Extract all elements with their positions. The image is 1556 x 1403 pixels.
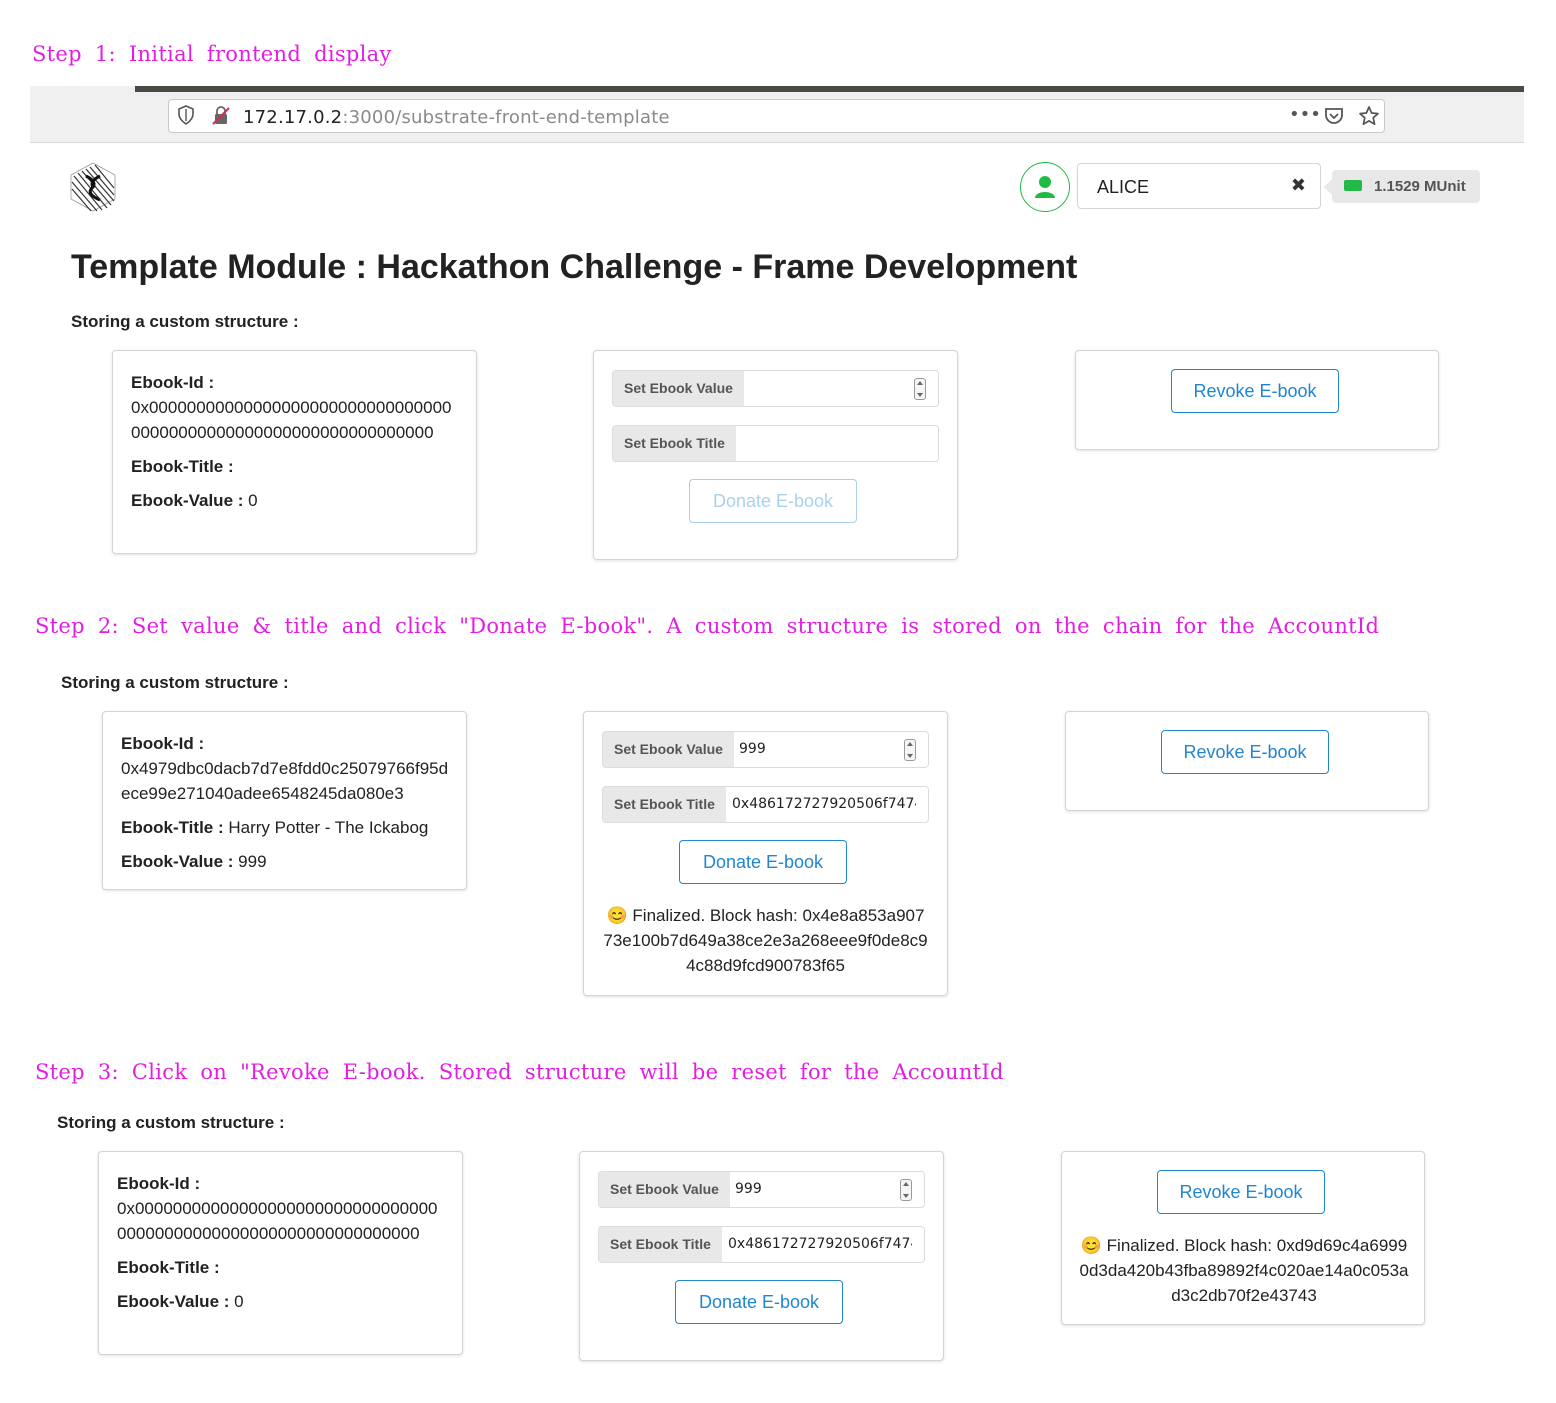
clear-account-icon[interactable]: ✖	[1291, 175, 1306, 196]
ebook-value-label: Ebook-Value :	[117, 1292, 230, 1311]
ebook-title-input-label: Set Ebook Title	[613, 426, 736, 461]
ebook-title-label: Ebook-Title :	[131, 457, 234, 476]
bookmark-star-icon[interactable]	[1358, 105, 1380, 131]
account-selector[interactable]: ALICE ✖	[1077, 163, 1321, 209]
ebook-id-value: 0x00000000000000000000000000000000000000…	[131, 398, 452, 442]
section-subheading: Storing a custom structure :	[71, 312, 299, 331]
ebook-title-label: Ebook-Title :	[121, 818, 224, 837]
url-bar[interactable]: 172.17.0.2:3000/substrate-front-end-temp…	[168, 99, 1385, 133]
more-icon[interactable]: •••	[1289, 104, 1321, 125]
section-subheading: Storing a custom structure :	[61, 673, 289, 692]
step-3-caption: Step 3: Click on "Revoke E-book. Stored …	[35, 1060, 1004, 1084]
browser-tab-strip	[135, 86, 1524, 92]
ebook-title-input-text[interactable]: 0x486172727920506f74746	[732, 796, 916, 812]
ebook-id-label: Ebook-Id :	[121, 734, 205, 753]
ebook-title-input[interactable]: Set Ebook Title 0x486172727920506f74746	[602, 786, 929, 823]
url-host: 172.17.0.2	[243, 107, 343, 128]
revoke-ebook-button[interactable]: Revoke E-book	[1157, 1170, 1325, 1214]
ebook-value-label: Ebook-Value :	[121, 852, 234, 871]
revoke-ebook-button[interactable]: Revoke E-book	[1161, 730, 1329, 774]
ebook-info: Ebook-Id : 0x4979dbc0dacb7d7e8fdd0c250797…	[121, 731, 449, 883]
insecure-lock-icon[interactable]	[211, 106, 231, 130]
shield-icon[interactable]	[177, 105, 195, 130]
ebook-value-input-label: Set Ebook Value	[613, 371, 744, 406]
ebook-title-input-label: Set Ebook Title	[603, 787, 726, 822]
user-avatar[interactable]	[1020, 162, 1070, 212]
revoke-ebook-button[interactable]: Revoke E-book	[1171, 369, 1339, 413]
ebook-title-input-label: Set Ebook Title	[599, 1227, 722, 1262]
ebook-id-value: 0x4979dbc0dacb7d7e8fdd0c25079766f95dece9…	[121, 759, 449, 803]
ebook-value-value: 0	[234, 1292, 244, 1311]
url-text[interactable]: 172.17.0.2:3000/substrate-front-end-temp…	[243, 107, 670, 128]
balance-label: 1.1529 MUnit	[1324, 170, 1480, 203]
ebook-title-input-text[interactable]: 0x486172727920506f74746	[728, 1236, 912, 1252]
donate-ebook-button[interactable]: Donate E-book	[689, 479, 857, 523]
ebook-info-card: Ebook-Id : 0x0000000000000000000000000000…	[98, 1151, 463, 1355]
stepper-icon[interactable]	[904, 739, 916, 761]
ebook-info: Ebook-Id : 0x0000000000000000000000000000…	[131, 370, 459, 522]
url-path: :3000/substrate-front-end-template	[342, 107, 670, 128]
substrate-logo-icon[interactable]	[70, 162, 116, 212]
ebook-info: Ebook-Id : 0x0000000000000000000000000000…	[117, 1171, 445, 1323]
ebook-title-input[interactable]: Set Ebook Title 0x486172727920506f74746	[598, 1226, 925, 1263]
stepper-icon[interactable]	[914, 378, 926, 400]
ebook-value-label: Ebook-Value :	[131, 491, 244, 510]
ebook-info-card: Ebook-Id : 0x4979dbc0dacb7d7e8fdd0c250797…	[102, 711, 467, 890]
ebook-value-input[interactable]: Set Ebook Value 999	[602, 731, 929, 768]
ebook-value-input-label: Set Ebook Value	[599, 1172, 730, 1207]
step-2-caption: Step 2: Set value & title and click "Don…	[35, 614, 1380, 638]
section-subheading: Storing a custom structure :	[57, 1113, 285, 1132]
ebook-value-input[interactable]: Set Ebook Value 999	[598, 1171, 925, 1208]
donate-form-card: Set Ebook Value Set Ebook Title Donate E…	[593, 350, 958, 560]
donate-ebook-button[interactable]: Donate E-book	[675, 1280, 843, 1324]
ebook-id-value: 0x00000000000000000000000000000000000000…	[117, 1199, 438, 1243]
page-title: Template Module : Hackathon Challenge - …	[71, 248, 1078, 286]
ebook-value-value: 0	[248, 491, 258, 510]
revoke-status-message: 😊 Finalized. Block hash: 0xd9d69c4a69990…	[1079, 1236, 1409, 1305]
ebook-id-label: Ebook-Id :	[117, 1174, 201, 1193]
revoke-card: Revoke E-book	[1075, 350, 1439, 450]
ebook-title-value: Harry Potter - The Ickabog	[228, 818, 429, 837]
ebook-value-input-text[interactable]: 999	[735, 1181, 762, 1197]
ebook-value-value: 999	[238, 852, 267, 871]
ebook-title-input[interactable]: Set Ebook Title	[612, 425, 939, 462]
ebook-info-card: Ebook-Id : 0x0000000000000000000000000000…	[112, 350, 477, 554]
donate-ebook-button[interactable]: Donate E-book	[679, 840, 847, 884]
revoke-card: Revoke E-book	[1065, 711, 1429, 811]
money-icon	[1344, 180, 1362, 191]
revoke-card: Revoke E-book 😊 Finalized. Block hash: 0…	[1061, 1151, 1425, 1325]
ebook-value-input[interactable]: Set Ebook Value	[612, 370, 939, 407]
pocket-icon[interactable]	[1324, 107, 1344, 129]
donate-form-card: Set Ebook Value 999 Set Ebook Title 0x48…	[583, 711, 948, 996]
ebook-title-label: Ebook-Title :	[117, 1258, 220, 1277]
account-name: ALICE	[1097, 177, 1150, 197]
stepper-icon[interactable]	[900, 1179, 912, 1201]
ebook-id-label: Ebook-Id :	[131, 373, 215, 392]
step-1-caption: Step 1: Initial frontend display	[32, 42, 392, 66]
donate-status-message: 😊 Finalized. Block hash: 0x4e8a853a90773…	[603, 906, 928, 975]
donate-form-card: Set Ebook Value 999 Set Ebook Title 0x48…	[579, 1151, 944, 1361]
balance-value: 1.1529 MUnit	[1374, 178, 1466, 195]
user-icon	[1034, 175, 1056, 204]
ebook-value-input-text[interactable]: 999	[739, 741, 766, 757]
ebook-value-input-label: Set Ebook Value	[603, 732, 734, 767]
